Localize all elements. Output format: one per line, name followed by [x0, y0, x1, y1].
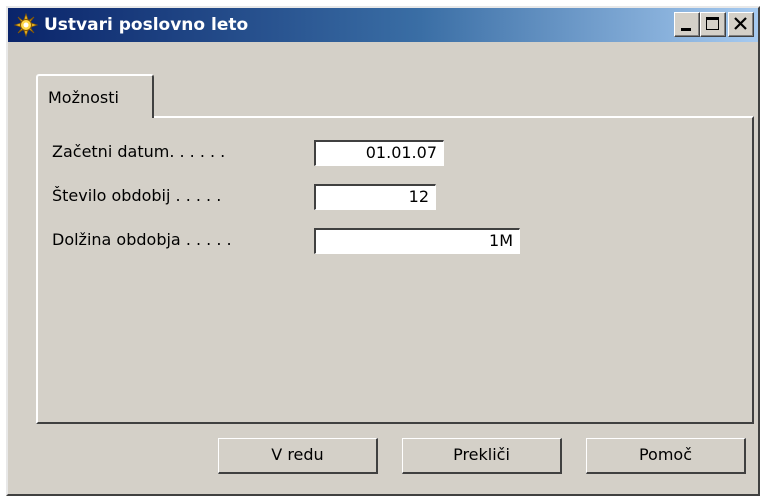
period-count-label: Število obdobij . . . . . — [52, 186, 222, 205]
title-bar[interactable]: Ustvari poslovno leto — [8, 8, 758, 42]
start-date-field[interactable]: 01.01.07 — [314, 140, 444, 166]
help-button[interactable]: Pomoč — [586, 438, 746, 474]
window-title: Ustvari poslovno leto — [44, 15, 249, 35]
maximize-icon — [706, 17, 719, 30]
period-length-label: Dolžina obdobja . . . . . — [52, 230, 232, 249]
field-row-period-length: Dolžina obdobja . . . . . 1M — [38, 228, 738, 256]
tab-label: Možnosti — [48, 88, 119, 107]
tab-panel-moznosti: Začetni datum. . . . . . 01.01.07 Števil… — [36, 116, 754, 424]
dialog-window: Ustvari poslovno leto Možnosti Začetni d… — [6, 6, 760, 496]
period-count-field[interactable]: 12 — [314, 184, 436, 210]
close-icon — [734, 17, 747, 30]
field-row-start-date: Začetni datum. . . . . . 01.01.07 — [38, 140, 738, 168]
ok-button[interactable]: V redu — [218, 438, 378, 474]
gear-sun-icon — [13, 12, 39, 38]
maximize-button[interactable] — [700, 12, 726, 37]
close-button[interactable] — [728, 12, 754, 37]
minimize-button[interactable] — [674, 12, 700, 37]
minimize-icon — [681, 28, 691, 31]
cancel-button[interactable]: Prekliči — [402, 438, 562, 474]
start-date-label: Začetni datum. . . . . . — [52, 142, 226, 161]
field-row-period-count: Število obdobij . . . . . 12 — [38, 184, 738, 212]
period-length-field[interactable]: 1M — [314, 228, 520, 254]
tab-moznosti[interactable]: Možnosti — [36, 74, 154, 118]
